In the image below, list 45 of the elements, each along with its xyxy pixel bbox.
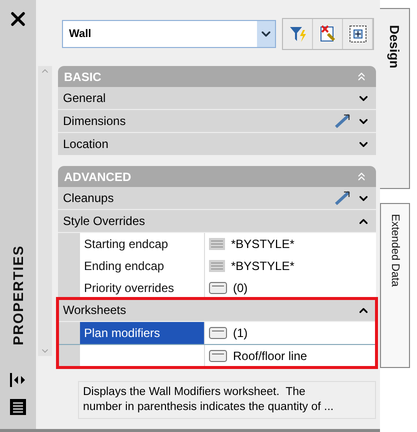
pickadd-button[interactable] [313,19,343,49]
property-row[interactable]: Priority overrides (0) [58,277,376,299]
select-objects-button[interactable] [343,19,373,49]
category-row[interactable]: Cleanups [58,187,376,210]
category-label: Location [63,137,110,151]
category-row[interactable]: General [58,87,376,110]
linetype-tool-icon[interactable] [335,114,351,128]
side-tab[interactable]: Extended Data [380,203,410,368]
list-icon [209,260,225,272]
category-label: Cleanups [63,191,115,205]
property-row[interactable]: Roof/floor line [58,345,376,367]
category-label: General [63,91,107,105]
category-label: Dimensions [63,114,127,128]
property-value: (0) [233,281,248,295]
worksheet-icon[interactable] [209,350,227,362]
property-value: *BYSTYLE* [231,237,294,251]
category-row[interactable]: Worksheets [58,299,376,322]
property-value: *BYSTYLE* [231,259,294,273]
filter-lightning-icon [288,24,308,44]
linetype-tool-icon[interactable] [335,191,351,205]
category-row[interactable]: Dimensions [58,110,376,133]
property-row[interactable]: Plan modifiers (1) [58,322,376,345]
worksheet-icon[interactable] [209,282,227,294]
list-icon [209,238,225,250]
category-row[interactable]: Style Overrides [58,210,376,233]
property-value: (1) [233,326,248,340]
selection-box-icon [348,24,368,44]
category-label: Worksheets [63,303,128,317]
properties-icon[interactable] [10,399,26,415]
quick-select-button[interactable] [283,19,313,49]
property-row[interactable]: Starting endcap *BYSTYLE* [58,233,376,255]
section-title: BASIC [64,70,102,84]
description-text: Displays the Wall Modifiers worksheet. The number in parenthesis indicates the quantity of ... [78,381,376,419]
panel-title: PROPERTIES [10,244,26,345]
worksheet-icon[interactable] [209,327,227,339]
property-value: Roof/floor line [233,349,308,363]
section-title: ADVANCED [64,170,132,184]
category-row[interactable]: Location [58,133,376,156]
side-tab[interactable]: Design [380,8,410,190]
document-pencil-icon [318,24,336,44]
property-name[interactable]: Plan modifiers [80,322,205,344]
category-label: Style Overrides [63,214,146,228]
property-row[interactable]: Ending endcap *BYSTYLE* [58,255,376,277]
object-type-dropdown[interactable]: Wall [62,20,276,48]
dock-icon[interactable] [10,373,26,387]
